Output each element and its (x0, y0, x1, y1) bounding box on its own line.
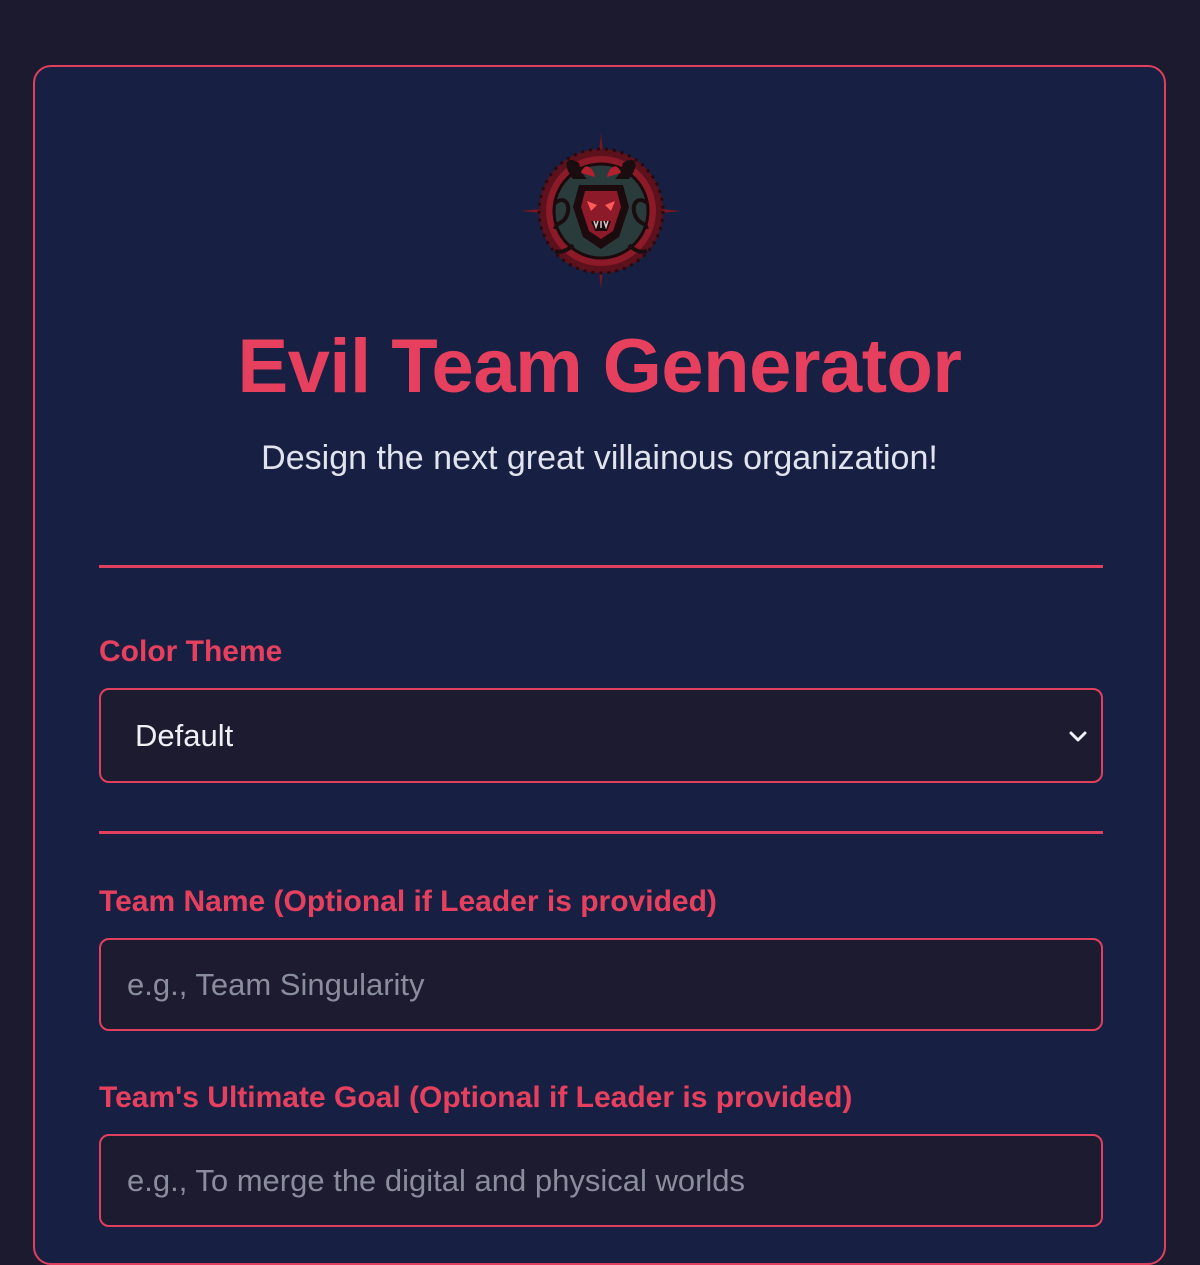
page-title: Evil Team Generator (237, 324, 962, 409)
chevron-down-icon (1069, 731, 1087, 741)
section-divider (99, 831, 1103, 834)
color-theme-selected-value: Default (135, 717, 234, 753)
section-divider (99, 565, 1103, 568)
color-theme-select[interactable]: Default (99, 688, 1103, 783)
team-name-label: Team Name (Optional if Leader is provide… (99, 885, 717, 918)
team-name-input[interactable]: e.g., Team Singularity (99, 938, 1103, 1031)
team-name-placeholder: e.g., Team Singularity (127, 966, 425, 1002)
generator-card: Evil Team Generator Design the next grea… (33, 65, 1166, 1265)
demon-sigil-icon (521, 133, 681, 289)
team-goal-input[interactable]: e.g., To merge the digital and physical … (99, 1134, 1103, 1227)
page-subtitle: Design the next great villainous organiz… (261, 439, 938, 477)
color-theme-label: Color Theme (99, 635, 283, 668)
team-goal-label: Team's Ultimate Goal (Optional if Leader… (99, 1081, 853, 1114)
team-goal-placeholder: e.g., To merge the digital and physical … (127, 1162, 746, 1198)
